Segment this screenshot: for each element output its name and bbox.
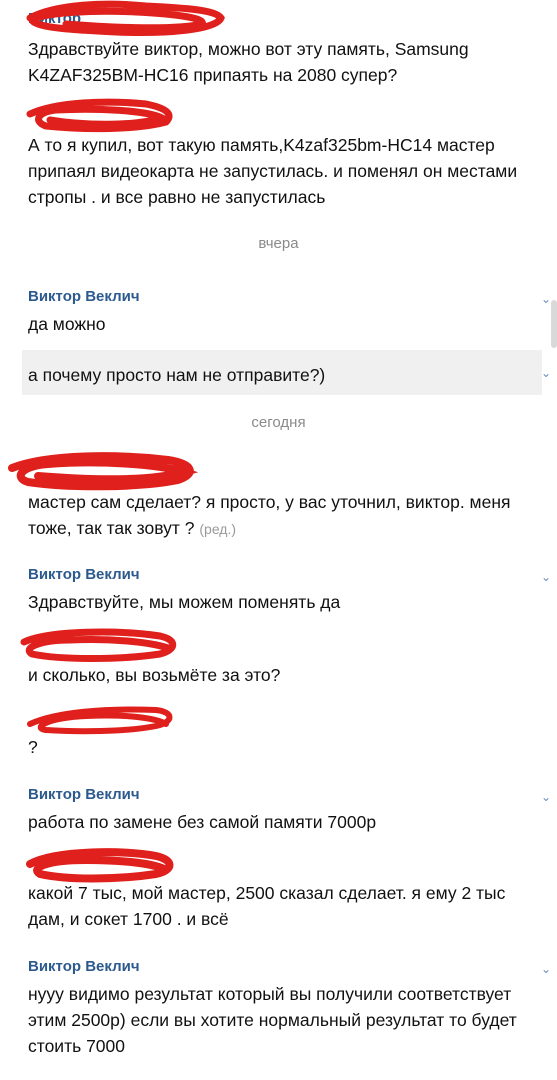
message-text: работа по замене без самой памяти 7000р <box>28 812 377 832</box>
message-4: мастер сам сделает? я просто, у вас уточ… <box>0 452 557 547</box>
message-3: ⌄ а почему просто нам не отправите?) <box>0 350 557 395</box>
message-8: Виктор Веклич ⌄ работа по замене без сам… <box>0 780 557 840</box>
message-2: Виктор Веклич ⌄ да можно <box>0 282 557 342</box>
chevron-down-icon[interactable]: ⌄ <box>541 367 551 379</box>
chevron-down-icon[interactable]: ⌄ <box>541 963 551 975</box>
message-text: да можно <box>28 314 106 334</box>
message-text: какой 7 тыс, мой мастер, 2500 сказал сде… <box>28 883 506 929</box>
scroll-indicator[interactable] <box>551 300 557 348</box>
message-9: какой 7 тыс, мой мастер, 2500 сказал сде… <box>0 848 557 944</box>
message-text: ? <box>28 737 38 757</box>
message-7: ? <box>0 698 557 768</box>
redaction-scribble <box>26 98 173 133</box>
message-0: Виктор Здравствуйте виктор, можно вот эт… <box>0 0 557 90</box>
message-6: и сколько, вы возьмёте за это? <box>0 628 557 688</box>
sender-name[interactable]: Виктор Веклич <box>28 288 140 305</box>
message-text: Здравствуйте, мы можем поменять да <box>28 592 341 612</box>
date-separator: вчера <box>258 235 299 252</box>
message-body: мастер сам сделает? я просто, у вас уточ… <box>28 492 511 538</box>
message-text: а почему просто нам не отправите?) <box>28 365 326 385</box>
sender-name[interactable]: Виктор Веклич <box>28 786 140 803</box>
sender-name[interactable]: Виктор Веклич <box>28 958 140 975</box>
message-10: Виктор Веклич ⌄ нууу видимо результат ко… <box>0 952 557 1080</box>
chevron-down-icon[interactable]: ⌄ <box>541 791 551 803</box>
redaction-scribble <box>26 848 174 883</box>
redaction-scribble <box>27 706 173 735</box>
sender-name[interactable]: Виктор Веклич <box>28 566 140 583</box>
message-text: нууу видимо результат который вы получил… <box>28 984 517 1056</box>
message-1: А то я купил, вот такую память,K4zaf325b… <box>0 92 557 222</box>
date-separator: сегодня <box>251 414 306 431</box>
edited-label: (ред.) <box>199 521 237 537</box>
message-text: и сколько, вы возьмёте за это? <box>28 665 281 685</box>
redaction-scribble <box>8 452 199 491</box>
message-5: Виктор Веклич ⌄ Здравствуйте, мы можем п… <box>0 560 557 620</box>
chevron-down-icon[interactable]: ⌄ <box>541 293 551 305</box>
message-text: А то я купил, вот такую память,K4zaf325b… <box>28 135 518 207</box>
chevron-down-icon[interactable]: ⌄ <box>541 571 551 583</box>
message-text: мастер сам сделает? я просто, у вас уточ… <box>28 489 538 542</box>
redaction-scribble <box>20 628 177 662</box>
message-text: Здравствуйте виктор, можно вот эту памят… <box>28 39 469 85</box>
redaction-scribble <box>26 0 225 36</box>
